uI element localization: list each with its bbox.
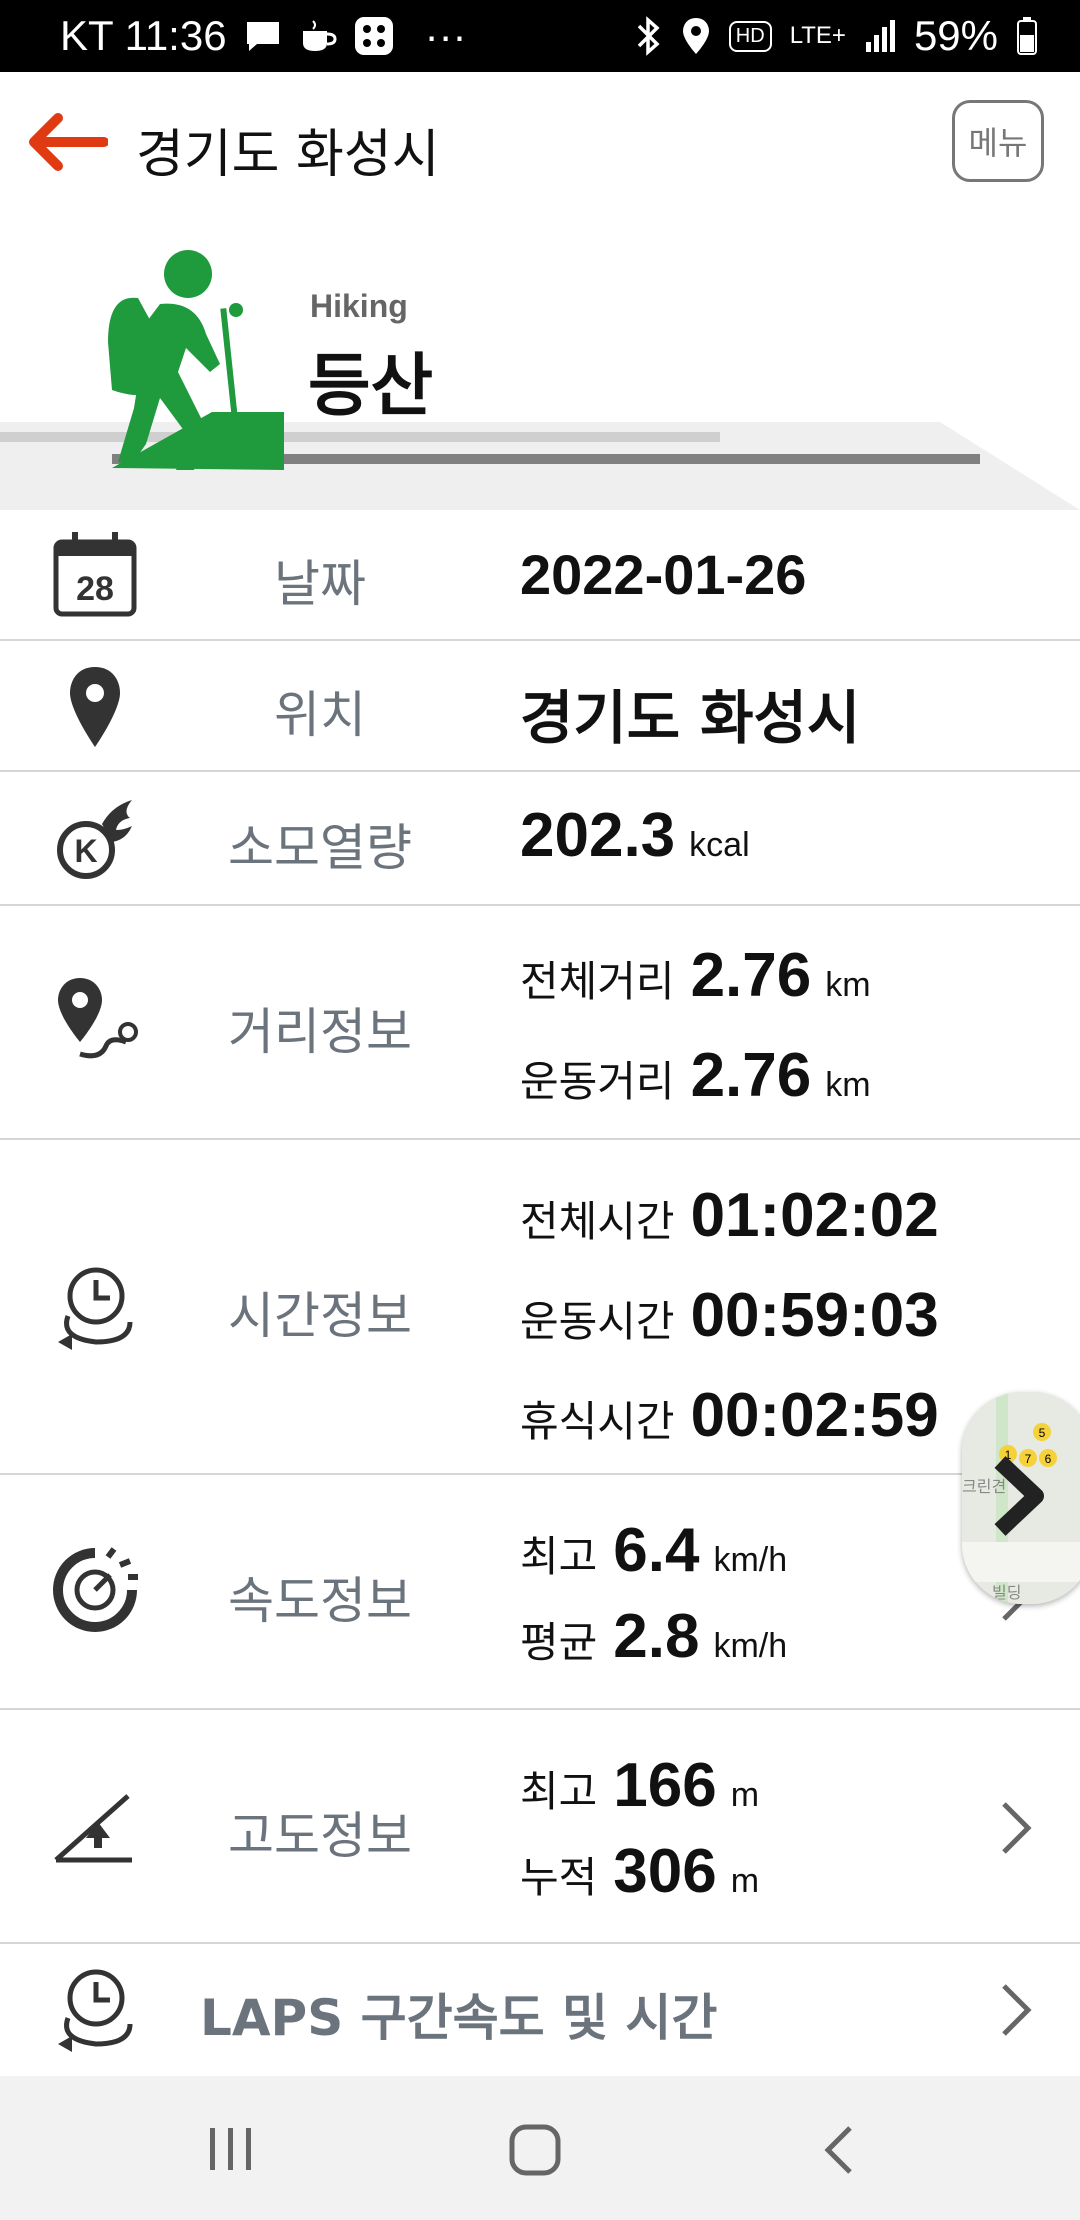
cumulative-altitude-unit: m (730, 1862, 760, 1900)
max-altitude-value: 166 (613, 1751, 717, 1820)
map-poi-3: 7 (1025, 1452, 1032, 1466)
hiker-icon (108, 250, 284, 470)
exercise-time-value: 00:59:03 (690, 1281, 939, 1350)
time-label: 시간정보 (228, 1287, 412, 1345)
signal-icon (865, 20, 895, 52)
speed-label: 속도정보 (228, 1572, 412, 1630)
speed-row[interactable]: 속도정보 최고 6.4 km/h 평균 2.8 km/h (0, 1475, 1080, 1710)
calendar-day: 28 (76, 570, 114, 608)
time-row: 시간정보 전체시간 01:02:02 운동시간 00:59:03 휴식시간 00… (0, 1140, 1080, 1475)
exercise-distance-value: 2.76 (690, 1041, 812, 1110)
menu-button[interactable]: 메뉴 (952, 100, 1044, 182)
location-row: 위치 경기도 화성시 (0, 641, 1080, 772)
max-speed-line: 최고 6.4 km/h (520, 1515, 787, 1586)
total-time-line: 전체시간 01:02:02 (520, 1180, 939, 1251)
date-row: 28 날짜 2022-01-26 (0, 510, 1080, 641)
exercise-distance-line: 운동거리 2.76 km (520, 1040, 871, 1111)
app-bar: 경기도 화성시 메뉴 (0, 72, 1080, 212)
laps-row[interactable]: LAPS 구간속도 및 시간 (0, 1944, 1080, 2074)
route-pin-icon (58, 978, 138, 1059)
location-label: 위치 (274, 686, 366, 744)
max-altitude-unit: m (730, 1776, 760, 1814)
activity-korean: 등산 (308, 347, 434, 426)
back-arrow-icon[interactable] (24, 110, 108, 174)
page-title: 경기도 화성시 (136, 125, 440, 185)
chevron-right-icon[interactable] (996, 1798, 1036, 1858)
activity-english: Hiking (310, 288, 408, 324)
location-pin-icon (70, 667, 120, 747)
road-graphic (0, 250, 1080, 510)
altitude-slope-icon (54, 1794, 132, 1863)
activity-banner: Hiking 등산 (0, 212, 1080, 510)
max-speed-label: 최고 (520, 1532, 598, 1581)
rest-time-line: 휴식시간 00:02:59 (520, 1380, 939, 1451)
distance-row: 거리정보 전체거리 2.76 km 운동거리 2.76 km (0, 906, 1080, 1140)
date-value: 2022-01-26 (520, 543, 807, 606)
more-notifications: ··· (424, 12, 467, 59)
coffee-icon (302, 20, 337, 51)
svg-text:K: K (74, 833, 97, 869)
exercise-time-label: 운동시간 (520, 1297, 675, 1346)
map-poi-4: 6 (1045, 1452, 1052, 1466)
carrier-time: KT 11:36 (60, 12, 227, 59)
date-label: 날짜 (274, 555, 366, 613)
calories-line: 202.3 kcal (520, 800, 750, 871)
battery-icon (1017, 17, 1037, 55)
max-altitude-label: 최고 (520, 1767, 598, 1816)
map-thumbnail-button[interactable]: 5 1 7 6 크린견 빌딩 (962, 1392, 1080, 1604)
location-icon (682, 18, 709, 54)
game-icon (354, 17, 393, 55)
total-distance-unit: km (825, 966, 871, 1004)
altitude-label: 고도정보 (228, 1807, 412, 1865)
total-distance-label: 전체거리 (520, 957, 675, 1006)
avg-speed-unit: km/h (713, 1627, 788, 1665)
home-icon[interactable] (508, 2124, 564, 2176)
location-value: 경기도 화성시 (520, 684, 861, 752)
calories-row: K 소모열량 202.3 kcal (0, 772, 1080, 906)
cumulative-altitude-label: 누적 (520, 1853, 598, 1902)
record-details: 28 날짜 2022-01-26 위치 경기도 화성시 K 소모열량 202.3… (0, 510, 1080, 2074)
calories-value: 202.3 (520, 801, 676, 870)
laps-clock-icon (58, 1969, 133, 2052)
rest-time-label: 휴식시간 (520, 1397, 675, 1446)
total-time-label: 전체시간 (520, 1197, 675, 1246)
system-nav-bar (0, 2076, 1080, 2220)
rest-time-value: 00:02:59 (690, 1381, 939, 1450)
hd-badge: HD (728, 20, 772, 52)
laps-label: LAPS 구간속도 및 시간 (200, 1989, 718, 2047)
avg-speed-label: 평균 (520, 1618, 598, 1667)
map-label-a: 크린견 (962, 1477, 1006, 1496)
time-clock-icon (58, 1267, 133, 1350)
chevron-right-icon[interactable] (996, 1980, 1036, 2040)
distance-label: 거리정보 (228, 1003, 412, 1061)
map-poi-1: 5 (1039, 1426, 1046, 1440)
calories-label: 소모열량 (228, 819, 412, 877)
cumulative-altitude-line: 누적 306 m (520, 1836, 759, 1907)
calendar-icon: 28 (53, 532, 137, 617)
exercise-distance-label: 운동거리 (520, 1057, 675, 1106)
recent-apps-icon[interactable] (206, 2126, 256, 2172)
speedometer-icon (53, 1547, 138, 1632)
max-speed-unit: km/h (713, 1541, 788, 1579)
total-distance-value: 2.76 (690, 941, 812, 1010)
message-icon (246, 22, 279, 51)
map-preview: 5 1 7 6 크린견 빌딩 (962, 1392, 1080, 1604)
status-bar: KT 11:36 ··· HD LTE+ 59% (0, 0, 1080, 72)
avg-speed-line: 평균 2.8 km/h (520, 1601, 787, 1672)
cumulative-altitude-value: 306 (613, 1837, 717, 1906)
battery-percent: 59% (913, 12, 998, 59)
max-altitude-line: 최고 166 m (520, 1750, 759, 1821)
total-distance-line: 전체거리 2.76 km (520, 940, 871, 1011)
calorie-fire-icon: K (57, 800, 132, 879)
exercise-distance-unit: km (825, 1066, 871, 1104)
lte-indicator: LTE+ (789, 22, 846, 49)
back-nav-icon[interactable] (820, 2124, 860, 2176)
altitude-row[interactable]: 고도정보 최고 166 m 누적 306 m (0, 1710, 1080, 1944)
max-speed-value: 6.4 (613, 1516, 700, 1585)
total-time-value: 01:02:02 (690, 1181, 939, 1250)
avg-speed-value: 2.8 (613, 1602, 700, 1671)
bluetooth-icon (637, 16, 660, 56)
exercise-time-line: 운동시간 00:59:03 (520, 1280, 939, 1351)
calories-unit: kcal (689, 826, 750, 864)
